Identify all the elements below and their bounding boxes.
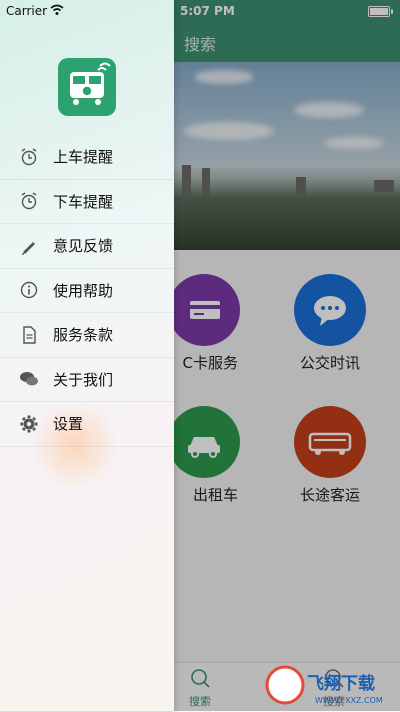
menu-item-label: 设置	[53, 415, 84, 434]
menu-item-alighting-reminder[interactable]: 下车提醒	[0, 180, 174, 224]
menu-item-label: 意见反馈	[53, 237, 114, 256]
overlay-shade[interactable]	[174, 0, 400, 711]
menu-item-help[interactable]: 使用帮助	[0, 269, 174, 313]
carrier-label: Carrier	[6, 4, 48, 18]
menu-item-settings[interactable]: 设置	[0, 402, 174, 447]
document-icon	[18, 324, 40, 346]
svg-text:飞翔下载: 飞翔下载	[307, 673, 375, 694]
gear-icon	[18, 413, 40, 435]
menu-item-boarding-reminder[interactable]: 上车提醒	[0, 135, 174, 180]
drawer-menu: 上车提醒 下车提醒 意见反馈 使用帮助 服务条款 关于我们 设置	[0, 135, 174, 447]
menu-item-about[interactable]: 关于我们	[0, 358, 174, 402]
menu-item-feedback[interactable]: 意见反馈	[0, 224, 174, 269]
menu-item-label: 使用帮助	[53, 281, 114, 300]
wifi-icon	[50, 4, 64, 15]
watermark-logo: 飞翔下载 WWW.FXXZ.COM	[265, 661, 395, 707]
status-bar-left: Carrier	[0, 0, 174, 22]
info-icon	[18, 279, 40, 301]
pencil-icon	[18, 235, 40, 257]
alarm-clock-icon	[18, 190, 40, 212]
menu-item-label: 服务条款	[53, 326, 114, 345]
menu-item-label: 关于我们	[53, 370, 114, 389]
menu-item-label: 上车提醒	[53, 148, 114, 167]
svg-text:WWW.FXXZ.COM: WWW.FXXZ.COM	[315, 696, 383, 705]
chat-icon	[18, 368, 40, 390]
bus-alarm-icon	[58, 58, 116, 116]
menu-item-terms[interactable]: 服务条款	[0, 313, 174, 358]
side-drawer: Carrier 上车提醒 下车提醒 意见反馈 使用帮助 服务条款 关于我们 设置	[0, 0, 174, 711]
alarm-clock-icon	[18, 146, 40, 168]
menu-item-label: 下车提醒	[53, 192, 114, 211]
